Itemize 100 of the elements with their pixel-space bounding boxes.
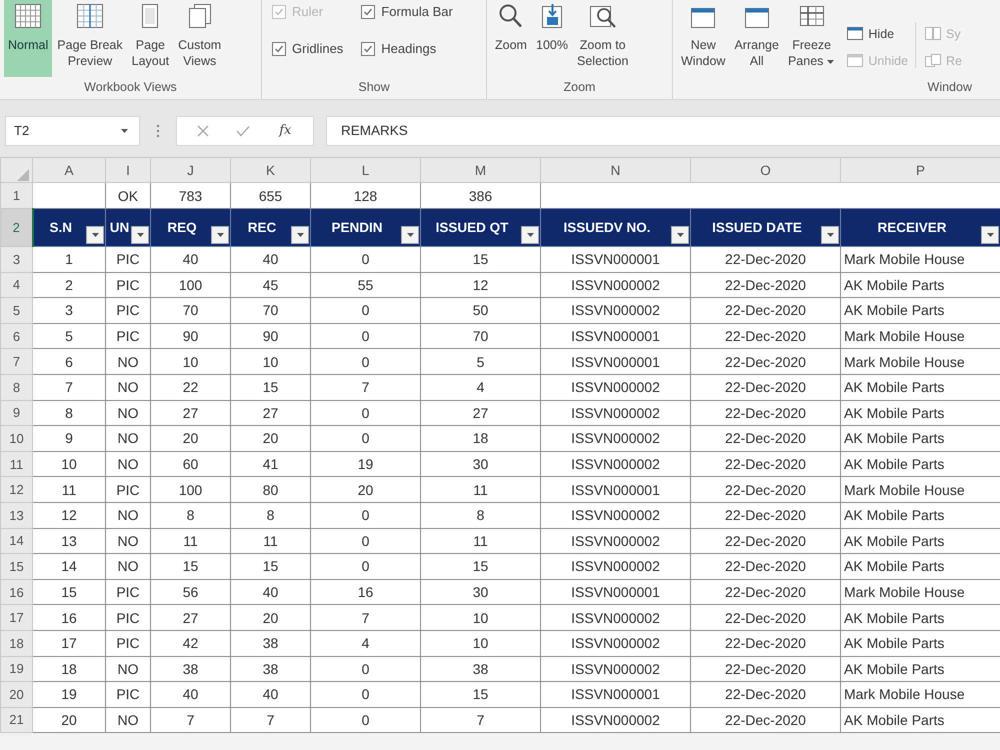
column-header[interactable]: M xyxy=(420,158,540,182)
table-cell: 22-Dec-2020 xyxy=(690,298,840,324)
table-cell: PIC xyxy=(106,579,150,605)
formula-field[interactable]: REMARKS xyxy=(326,116,1000,146)
row-header[interactable]: 19 xyxy=(0,656,32,682)
table-cell: 40 xyxy=(150,246,230,272)
table-cell: 38 xyxy=(230,630,310,656)
table-cell: ISSVN000002 xyxy=(540,707,690,733)
caret-icon xyxy=(406,230,414,238)
column-header[interactable]: O xyxy=(690,158,840,182)
table-cell: 27 xyxy=(150,400,230,426)
check-icon[interactable] xyxy=(236,124,250,136)
caret-icon xyxy=(826,230,834,238)
column-header[interactable]: P xyxy=(840,158,1000,182)
ribbon-button[interactable]: Page Layout xyxy=(128,0,174,77)
table-cell: 22-Dec-2020 xyxy=(690,272,840,298)
table-cell: 2 xyxy=(32,272,106,298)
row-header[interactable]: 9 xyxy=(0,400,32,426)
row-header[interactable]: 8 xyxy=(0,374,32,400)
table-cell: 22-Dec-2020 xyxy=(690,323,840,349)
ribbon-button[interactable]: Normal xyxy=(4,0,52,77)
column-header[interactable]: L xyxy=(310,158,420,182)
row-header[interactable]: 20 xyxy=(0,682,32,708)
row-header[interactable]: 1 xyxy=(0,182,32,208)
checkbox[interactable]: Gridlines xyxy=(272,41,344,56)
table-cell: ISSVN000002 xyxy=(540,272,690,298)
insert-function-button[interactable]: fx xyxy=(277,123,294,138)
row-header[interactable]: 14 xyxy=(0,528,32,554)
side-by-side-icon xyxy=(924,26,942,41)
table-cell: 16 xyxy=(32,604,106,630)
row-header[interactable]: 18 xyxy=(0,630,32,656)
row-header[interactable]: 6 xyxy=(0,323,32,349)
ribbon-button[interactable]: Hide xyxy=(844,26,910,41)
ribbon-button[interactable]: Arrange All xyxy=(730,0,783,77)
column-header[interactable]: A xyxy=(32,158,106,182)
table-cell: 5 xyxy=(420,348,540,374)
row-header[interactable]: 3 xyxy=(0,246,32,272)
table-cell: 0 xyxy=(310,298,420,324)
table-cell: ISSVN000001 xyxy=(540,476,690,502)
table-cell: ISSVN000002 xyxy=(540,374,690,400)
row-header[interactable]: 5 xyxy=(0,298,32,324)
table-cell: ISSVN000001 xyxy=(540,682,690,708)
row-header[interactable]: 7 xyxy=(0,348,32,374)
row-header[interactable]: 10 xyxy=(0,426,32,452)
column-title: RECEIVER xyxy=(876,220,948,235)
filter-button[interactable] xyxy=(981,226,999,244)
table-cell: 15 xyxy=(230,554,310,580)
ribbon-button[interactable]: Zoom to Selection xyxy=(573,0,632,77)
column-title: S.N xyxy=(48,220,73,235)
row-header[interactable]: 15 xyxy=(0,554,32,580)
table-cell: 20 xyxy=(150,426,230,452)
table-cell: 27 xyxy=(150,604,230,630)
column-title: UN xyxy=(108,220,130,235)
column-header[interactable]: K xyxy=(230,158,310,182)
row-header[interactable]: 21 xyxy=(0,707,32,733)
table-cell: 22 xyxy=(150,374,230,400)
column-title: ISSUEDV NO. xyxy=(562,220,652,235)
filter-button[interactable] xyxy=(821,226,839,244)
row-header[interactable]: 11 xyxy=(0,451,32,477)
table-cell: 11 xyxy=(420,528,540,554)
table-cell: 55 xyxy=(310,272,420,298)
row-header[interactable]: 4 xyxy=(0,272,32,298)
ribbon-button[interactable]: Page Break Preview xyxy=(53,0,127,77)
ribbon-button[interactable]: Zoom xyxy=(491,0,531,77)
row-header[interactable]: 17 xyxy=(0,604,32,630)
table-cell: 22-Dec-2020 xyxy=(690,502,840,528)
column-header[interactable]: I xyxy=(106,158,150,182)
grip-icon xyxy=(156,122,160,138)
checkbox[interactable]: Headings xyxy=(361,41,453,56)
row-header[interactable]: 12 xyxy=(0,476,32,502)
ribbon-button[interactable]: New Window xyxy=(677,0,730,77)
group-label: Window xyxy=(926,79,973,96)
table-cell: 0 xyxy=(310,348,420,374)
table-cell: PIC xyxy=(106,272,150,298)
name-box[interactable]: T2 xyxy=(5,116,140,146)
caret-icon[interactable] xyxy=(120,126,129,134)
filter-button[interactable] xyxy=(521,226,539,244)
filter-button[interactable] xyxy=(211,226,229,244)
checkbox[interactable]: Formula Bar xyxy=(361,4,453,19)
filter-button[interactable] xyxy=(671,226,689,244)
ribbon-button[interactable]: 100% xyxy=(532,0,572,77)
table-cell: 11 xyxy=(32,476,106,502)
row-header[interactable]: 16 xyxy=(0,579,32,605)
filter-button[interactable] xyxy=(131,226,149,244)
ribbon-button[interactable]: Freeze Panes xyxy=(784,0,840,77)
table-cell: PIC xyxy=(106,630,150,656)
row-header[interactable]: 13 xyxy=(0,502,32,528)
table-cell: 13 xyxy=(32,528,106,554)
filter-button[interactable] xyxy=(291,226,309,244)
column-header[interactable]: J xyxy=(150,158,230,182)
column-header[interactable]: N xyxy=(540,158,690,182)
row-header[interactable]: 2 xyxy=(0,208,32,246)
filter-button[interactable] xyxy=(86,226,104,244)
table-cell: ISSVN000002 xyxy=(540,400,690,426)
caret-icon xyxy=(986,230,994,238)
table-cell: PIC xyxy=(106,604,150,630)
filter-button[interactable] xyxy=(401,226,419,244)
ribbon-button[interactable]: Custom Views xyxy=(174,0,226,77)
table-cell: 22-Dec-2020 xyxy=(690,451,840,477)
table-cell: ISSVN000002 xyxy=(540,604,690,630)
